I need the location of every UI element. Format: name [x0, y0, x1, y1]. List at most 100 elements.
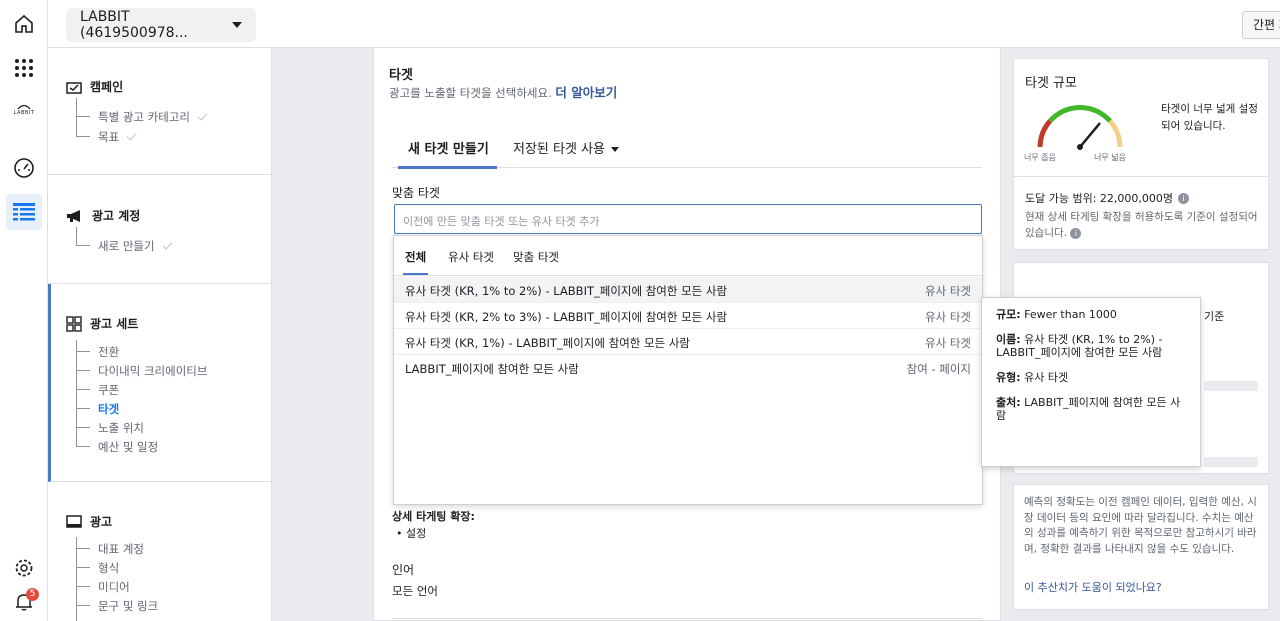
- tree-line: [76, 537, 77, 621]
- nav-item-text-links[interactable]: 문구 및 링크: [98, 598, 158, 614]
- nav-section-ad-set: 광고 세트 전환 다이내믹 크리에이티브 쿠폰 타겟 노출 위치 예산 및 일정: [48, 284, 272, 482]
- list-item[interactable]: 유사 타겟 (KR, 2% to 3%) - LABBIT_페이지에 참여한 모…: [394, 303, 982, 329]
- notification-badge: 5: [26, 588, 39, 601]
- nav-campaign-header[interactable]: 캠페인: [66, 78, 123, 95]
- list-item[interactable]: LABBIT_페이지에 참여한 모든 사람 참여 - 페이지: [394, 355, 982, 381]
- left-navigation: 캠페인 특별 광고 카테고리 목표 광고 계정 새로 만들기 광고 세트 전환 …: [48, 48, 272, 621]
- tree-tick: [76, 586, 90, 587]
- list-item[interactable]: 유사 타겟 (KR, 1% to 2%) - LABBIT_페이지에 참여한 모…: [394, 277, 982, 303]
- section-title: 타겟: [389, 68, 413, 83]
- tooltip-source-value: LABBIT_페이지에 참여한 모든 사람: [996, 396, 1181, 422]
- tree-line: [76, 98, 77, 136]
- nav-ad-set-header[interactable]: 광고 세트: [66, 315, 138, 332]
- nav-item-label: 예산 및 일정: [98, 440, 159, 454]
- tree-tick: [76, 245, 90, 246]
- tooltip-name-label: 이름:: [996, 333, 1021, 346]
- nav-item-label: 다이내믹 크리에이티브: [98, 364, 208, 378]
- tree-line: [76, 227, 77, 245]
- loading-bar: [1204, 457, 1258, 467]
- nav-item-label: 특별 광고 카테고리: [98, 110, 190, 124]
- tab-create-new-audience[interactable]: 새 타겟 만들기: [398, 138, 497, 169]
- info-icon[interactable]: i: [1178, 192, 1190, 204]
- nav-section-campaign: 캠페인 특별 광고 카테고리 목표: [48, 48, 272, 175]
- audience-type: 유사 타겟: [925, 284, 971, 298]
- audience-name: LABBIT_페이지에 참여한 모든 사람: [405, 362, 579, 376]
- tree-tick: [76, 370, 90, 371]
- nav-item-conversion[interactable]: 전환: [98, 344, 119, 360]
- nav-item-placements[interactable]: 노출 위치: [98, 420, 144, 436]
- feedback-link[interactable]: 이 추산치가 도움이 되었나요?: [1024, 579, 1162, 595]
- checkmark-icon: [197, 110, 208, 121]
- info-icon[interactable]: i: [1070, 228, 1082, 239]
- nav-item-format[interactable]: 형식: [98, 560, 119, 576]
- tooltip-size-label: 규모:: [996, 308, 1021, 321]
- custom-audience-search-input[interactable]: 이전에 만든 맞춤 타겟 또는 유사 타겟 추가: [394, 204, 982, 234]
- divider: [392, 618, 982, 619]
- audience-tooltip: 규모: Fewer than 1000 이름: 유사 타겟 (KR, 1% to…: [981, 297, 1201, 467]
- reach-row: 도달 가능 범위: 22,000,000명 i: [1025, 190, 1190, 206]
- partial-text: 기준: [1204, 310, 1225, 323]
- nav-ad-account-header[interactable]: 광고 계정: [66, 207, 140, 224]
- audience-type: 참여 - 페이지: [906, 362, 971, 376]
- dropdown-tab-lookalike[interactable]: 유사 타겟: [448, 249, 494, 265]
- nav-ad-header[interactable]: 광고: [66, 513, 112, 530]
- dashboard-gauge-icon[interactable]: [6, 150, 42, 186]
- nav-item-budget-schedule[interactable]: 예산 및 일정: [98, 439, 158, 455]
- tooltip-type-value: 유사 타겟: [1024, 371, 1069, 384]
- description-text: 광고를 노출할 타겟을 선택하세요.: [389, 86, 552, 100]
- learn-more-link[interactable]: 더 알아보기: [555, 85, 617, 100]
- gauge-narrow-label: 너무 좁음: [1024, 153, 1056, 162]
- reach-note-text: 현재 상세 타게팅 확장을 허용하도록 기준이 설정되어 있습니다.: [1025, 211, 1258, 239]
- dropdown-tabs: 전체 유사 타겟 맞춤 타겟: [394, 236, 982, 276]
- ads-manager-table-icon[interactable]: [6, 194, 42, 230]
- ad-set-grid-icon: [66, 315, 82, 332]
- dropdown-tab-all[interactable]: 전체: [402, 249, 429, 275]
- reach-label: 도달 가능 범위: 22,000,000명: [1025, 192, 1174, 205]
- nav-item-label: 타겟: [98, 402, 120, 416]
- language-label: 인어: [392, 563, 415, 577]
- quick-creation-button[interactable]: 간편 제: [1242, 11, 1280, 39]
- dropdown-tab-custom[interactable]: 맞춤 타겟: [513, 249, 559, 265]
- loading-bar: [1204, 381, 1258, 391]
- chevron-down-icon: [232, 22, 242, 28]
- account-selector[interactable]: LABBIT (4619500978...: [66, 8, 256, 42]
- tree-tick: [76, 116, 90, 117]
- icon-rail: LABBIT 5: [0, 0, 48, 621]
- tooltip-source-label: 출처:: [996, 396, 1021, 409]
- nav-item-label: 목표: [98, 130, 120, 144]
- nav-item-dynamic-creative[interactable]: 다이내믹 크리에이티브: [98, 363, 207, 379]
- list-item[interactable]: 유사 타겟 (KR, 1%) - LABBIT_페이지에 참여한 모든 사람 유…: [394, 329, 982, 355]
- tree-tick: [76, 605, 90, 606]
- nav-item-create-new[interactable]: 새로 만들기: [98, 238, 173, 254]
- tree-tick: [76, 446, 90, 447]
- nav-item-identity[interactable]: 대표 계정: [98, 541, 144, 557]
- tree-tick: [76, 136, 90, 137]
- settings-gear-icon[interactable]: [6, 550, 42, 586]
- tree-tick: [76, 567, 90, 568]
- checkmark-icon: [162, 239, 173, 250]
- tree-tick: [76, 548, 90, 549]
- nav-item-label: 미디어: [98, 580, 130, 594]
- home-icon[interactable]: [6, 6, 42, 42]
- nav-item-label: 새로 만들기: [98, 239, 155, 253]
- nav-item-special-category[interactable]: 특별 광고 카테고리: [98, 109, 208, 125]
- reach-note: 현재 상세 타게팅 확장을 허용하도록 기준이 설정되어 있습니다. i: [1025, 209, 1263, 241]
- nav-item-label: 대표 계정: [98, 542, 144, 556]
- tooltip-size: 규모: Fewer than 1000: [996, 308, 1186, 321]
- audience-type: 유사 타겟: [925, 310, 971, 324]
- detail-expansion-value: • 설정: [396, 527, 427, 540]
- audience-name: 유사 타겟 (KR, 1%) - LABBIT_페이지에 참여한 모든 사람: [405, 336, 690, 350]
- tooltip-type: 유형: 유사 타겟: [996, 371, 1186, 384]
- audience-name: 유사 타겟 (KR, 1% to 2%) - LABBIT_페이지에 참여한 모…: [405, 284, 728, 298]
- nav-item-objective[interactable]: 목표: [98, 129, 137, 145]
- nav-item-audience[interactable]: 타겟: [98, 401, 119, 417]
- labbit-logo-icon[interactable]: LABBIT: [6, 92, 42, 128]
- nav-item-media[interactable]: 미디어: [98, 579, 130, 595]
- nav-ad-title: 광고: [90, 515, 113, 529]
- apps-grid-icon[interactable]: [6, 50, 42, 86]
- chevron-down-icon: [611, 147, 619, 152]
- tab-saved-audience[interactable]: 저장된 타겟 사용: [513, 138, 619, 157]
- audience-size-title: 타겟 규모: [1025, 76, 1077, 91]
- tree-line: [76, 340, 77, 446]
- nav-item-coupon[interactable]: 쿠폰: [98, 382, 119, 398]
